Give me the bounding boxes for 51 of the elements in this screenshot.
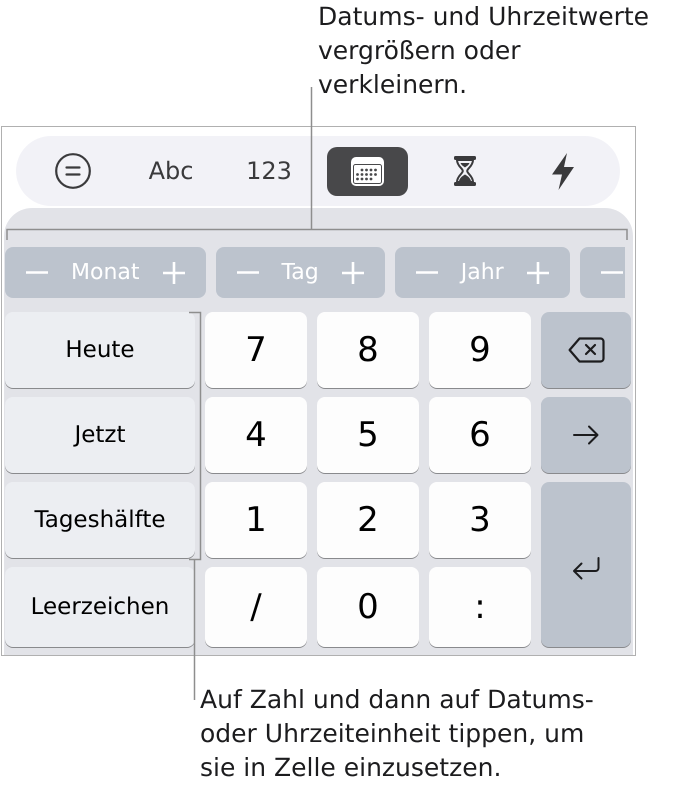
lightning-icon <box>551 152 575 190</box>
hourglass-icon <box>454 156 476 186</box>
number-key[interactable]: : <box>429 567 531 647</box>
number-key[interactable]: / <box>205 567 307 647</box>
plus-button[interactable] <box>526 262 549 284</box>
number-key[interactable]: 6 <box>429 397 531 473</box>
arrow-right-icon <box>573 425 599 445</box>
mode-tab[interactable]: 123 <box>246 157 292 185</box>
minus-icon <box>416 271 438 274</box>
minus-button[interactable] <box>26 271 48 274</box>
minus-icon <box>236 271 258 274</box>
stepper-label: Tag <box>282 260 319 286</box>
minus-button[interactable] <box>236 271 258 274</box>
mode-tab[interactable]: Abc <box>148 157 194 185</box>
minus-button[interactable] <box>416 271 438 274</box>
number-key[interactable]: 0 <box>317 567 419 647</box>
plus-button[interactable] <box>162 262 184 284</box>
minus-icon <box>26 271 48 274</box>
number-key[interactable]: 9 <box>429 312 531 388</box>
unit-key[interactable]: Tageshälfte <box>5 482 195 558</box>
callout-text: Datums- und Uhrzeitwerte vergrößern oder verkleinern. <box>318 1 650 101</box>
number-key[interactable]: 7 <box>205 312 307 388</box>
number-key[interactable]: 3 <box>429 482 531 558</box>
number-key[interactable]: 4 <box>205 397 307 473</box>
next-key[interactable] <box>541 397 631 473</box>
plus-icon <box>162 262 184 284</box>
number-key[interactable]: 8 <box>317 312 419 388</box>
mode-tab[interactable] <box>55 153 91 189</box>
callout-text: Auf Zahl und dann auf Datums- oder Uhrzeiteinheit tippen, um sie in Zelle einzusetzen. <box>200 684 595 784</box>
plus-button[interactable] <box>342 262 364 284</box>
delete-key[interactable] <box>541 312 631 388</box>
number-key[interactable]: 2 <box>317 482 419 558</box>
stepper-label: Jahr <box>460 260 504 286</box>
minus-icon <box>600 271 623 274</box>
unit-key[interactable]: Jetzt <box>5 397 195 473</box>
number-key[interactable]: 1 <box>205 482 307 558</box>
mode-tab[interactable] <box>551 152 575 190</box>
equals-circle-icon <box>55 153 91 189</box>
plus-icon <box>342 262 364 284</box>
mode-tab[interactable] <box>326 146 408 196</box>
return-key[interactable] <box>541 482 631 647</box>
calendar-icon <box>350 156 384 186</box>
unit-key[interactable]: Leerzeichen <box>5 567 195 647</box>
delete-icon <box>568 337 604 363</box>
number-key[interactable]: 5 <box>317 397 419 473</box>
unit-key[interactable]: Heute <box>5 312 195 388</box>
stepper-label: Monat <box>71 260 140 286</box>
mode-tab[interactable] <box>454 156 476 186</box>
plus-icon <box>526 262 549 284</box>
minus-button[interactable] <box>600 271 623 274</box>
return-icon <box>572 556 600 580</box>
